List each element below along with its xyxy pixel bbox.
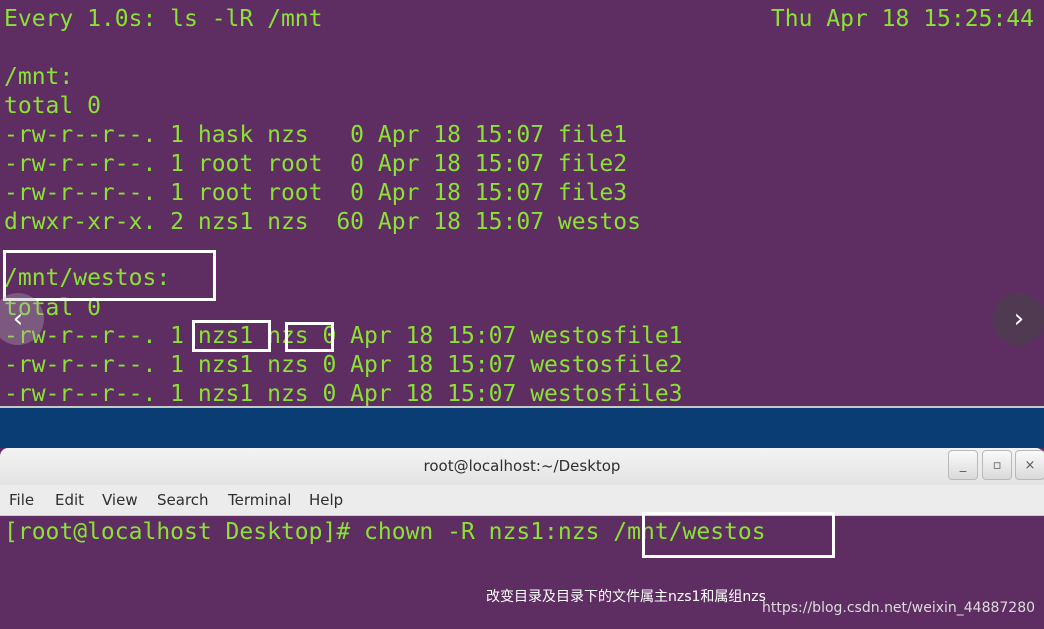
listing-line: -rw-r--r--. 1 root root 0 Apr 18 15:07 f… xyxy=(4,180,628,206)
watch-date: Thu Apr 18 15:25:44 xyxy=(770,6,1034,32)
watch-terminal: Every 1.0s: ls -lR /mnt Thu Apr 18 15:25… xyxy=(0,0,1044,408)
highlight-box-owner xyxy=(192,320,271,352)
menu-bar: File Edit View Search Terminal Help xyxy=(0,485,1044,516)
window-title: root@localhost:~/Desktop xyxy=(423,457,621,475)
highlight-box-dir xyxy=(3,250,216,301)
menu-search[interactable]: Search xyxy=(157,491,209,509)
listing-line: /mnt: xyxy=(4,64,74,90)
listing-line: -rw-r--r--. 1 hask nzs 0 Apr 18 15:07 fi… xyxy=(4,122,628,148)
listing-line: drwxr-xr-x. 2 nzs1 nzs 60 Apr 18 15:07 w… xyxy=(4,209,641,235)
menu-terminal[interactable]: Terminal xyxy=(228,491,291,509)
close-button[interactable]: × xyxy=(1015,450,1044,480)
terminal-body[interactable]: [root@localhost Desktop]# chown -R nzs1:… xyxy=(0,512,1044,629)
carousel-next-icon[interactable]: › xyxy=(993,293,1044,345)
listing-line: -rw-r--r--. 1 nzs1 nzs 0 Apr 18 15:07 we… xyxy=(4,352,683,378)
listing-line: -rw-r--r--. 1 nzs1 nzs 0 Apr 18 15:07 we… xyxy=(4,381,683,407)
menu-help[interactable]: Help xyxy=(309,491,343,509)
terminal-window: root@localhost:~/Desktop _ ▫ × File Edit… xyxy=(0,448,1044,629)
listing-line: -rw-r--r--. 1 root root 0 Apr 18 15:07 f… xyxy=(4,151,628,177)
highlight-box-group xyxy=(285,322,334,352)
listing-line: total 0 xyxy=(4,93,101,119)
caption-text: 改变目录及目录下的文件属主nzs1和属组nzs xyxy=(486,589,766,605)
window-titlebar[interactable]: root@localhost:~/Desktop _ ▫ × xyxy=(0,448,1044,485)
highlight-box-path xyxy=(642,512,835,558)
menu-edit[interactable]: Edit xyxy=(55,491,84,509)
minimize-button[interactable]: _ xyxy=(948,450,978,480)
listing-line: -rw-r--r--. 1 nzs1 nzs 0 Apr 18 15:07 we… xyxy=(4,323,683,349)
watch-header: Every 1.0s: ls -lR /mnt xyxy=(4,6,323,32)
menu-file[interactable]: File xyxy=(9,491,34,509)
menu-view[interactable]: View xyxy=(102,491,138,509)
maximize-button[interactable]: ▫ xyxy=(982,450,1012,480)
watermark-text: https://blog.csdn.net/weixin_44887280 xyxy=(762,600,1036,616)
